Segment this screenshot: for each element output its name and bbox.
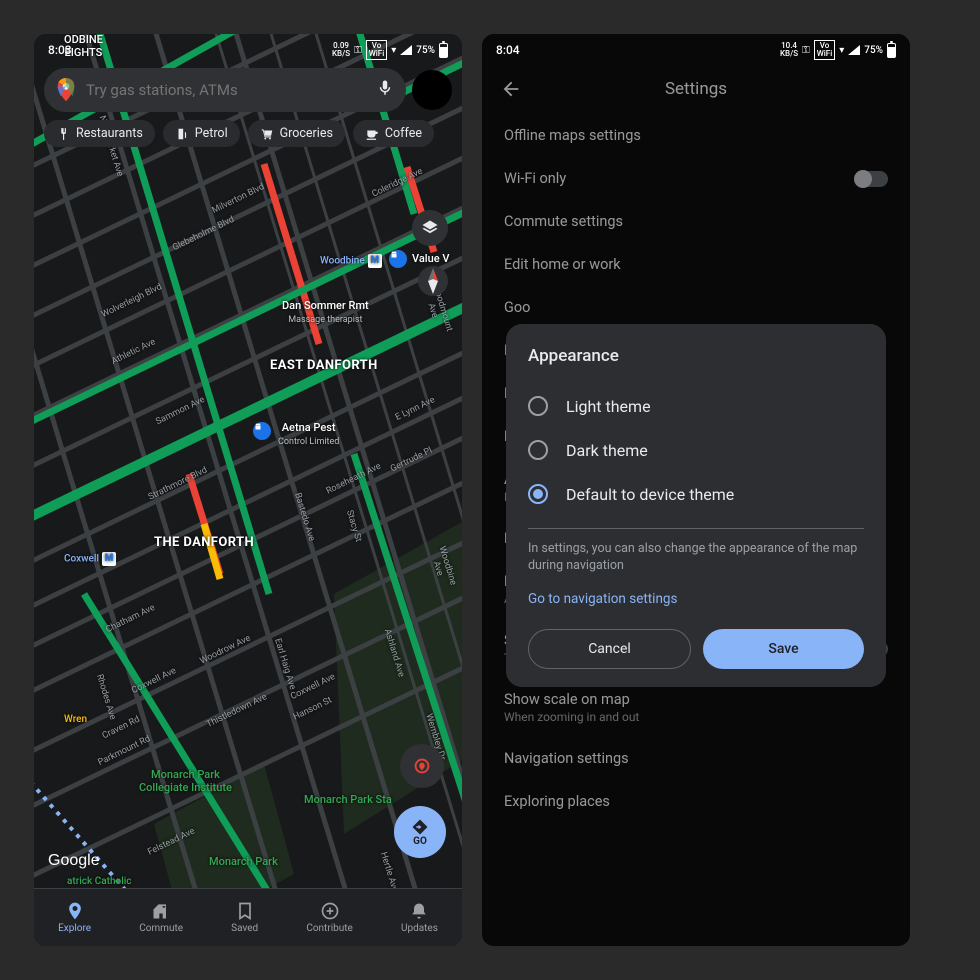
appearance-dialog: Appearance Light theme Dark theme Defaul… [506,324,886,687]
status-bar: 8:04 10.4KB/S ⚿ VoWiFi ▾ 75% [482,34,910,64]
option-device-theme[interactable]: Default to device theme [528,472,864,516]
nav-commute[interactable]: Commute [139,901,183,934]
search-bar[interactable] [44,68,406,112]
battery-icon [887,43,896,58]
poi-park[interactable]: atrick Catholic [67,876,132,888]
vpn-icon: ⚿ [802,45,810,56]
search-input[interactable] [86,81,366,99]
poi-park[interactable]: Monarch Park Sta [304,794,392,807]
divider [528,528,864,529]
go-button[interactable]: GO [394,806,446,858]
nav-contribute[interactable]: Contribute [306,901,353,934]
chip-groceries[interactable]: Groceries [248,120,345,147]
vpn-icon: ⚿ [354,45,362,56]
google-logo: Google [48,852,100,870]
battery-text: 75% [864,45,883,56]
wifi-icon: ▾ [839,45,844,56]
nav-updates[interactable]: Updates [401,901,438,934]
dialog-title: Appearance [528,346,864,366]
chip-petrol[interactable]: Petrol [163,120,240,147]
status-bar: 8:03 0.09KB/S ⚿ VoWiFi ▾ 75% [34,34,462,64]
metro-label[interactable]: CoxwellM [64,552,116,566]
save-button[interactable]: Save [703,629,864,669]
signal-icon [400,45,412,55]
poi-label[interactable]: Dan Sommer RmtMassage therapist [282,300,369,325]
radio-icon [528,440,548,460]
vowifi-icon: VoWiFi [814,40,836,60]
locate-button[interactable]: ? [400,744,444,788]
option-light-theme[interactable]: Light theme [528,384,864,428]
store-pin-icon[interactable] [389,250,407,268]
area-label: EAST DANFORTH [270,359,378,374]
status-time: 8:04 [496,43,520,57]
maps-phone: EAST DANFORTH THE DANFORTH Dan Sommer Rm… [34,34,462,946]
dialog-hint: In settings, you can also change the app… [528,541,864,575]
radio-icon [528,396,548,416]
vowifi-icon: VoWiFi [366,40,388,60]
profile-avatar[interactable] [412,70,452,110]
nav-saved[interactable]: Saved [231,901,258,934]
status-time: 8:03 [48,43,72,57]
metro-label[interactable]: WoodbineM [320,254,382,268]
category-chips: Restaurants Petrol Groceries Coffee [34,120,462,147]
store-pin-icon[interactable] [253,422,271,440]
maps-logo-icon [56,78,76,102]
bottom-nav: Explore Commute Saved Contribute Updates [34,888,462,946]
nav-settings-link[interactable]: Go to navigation settings [528,591,864,607]
battery-text: 75% [416,45,435,56]
compass-icon[interactable] [416,264,450,298]
map-canvas[interactable]: EAST DANFORTH THE DANFORTH Dan Sommer Rm… [34,34,462,946]
poi-park[interactable]: Monarch Park [209,856,278,869]
wifi-icon: ▾ [391,45,396,56]
layers-button[interactable] [412,210,448,246]
nav-explore[interactable]: Explore [58,901,91,934]
chip-restaurants[interactable]: Restaurants [44,120,155,147]
chip-coffee[interactable]: Coffee [353,120,434,147]
svg-text:?: ? [420,762,424,771]
poi-park[interactable]: Monarch Park Collegiate Institute [139,769,232,794]
poi-label[interactable]: Aetna PestControl Limited [278,422,339,447]
radio-icon [528,484,548,504]
settings-phone: 8:04 10.4KB/S ⚿ VoWiFi ▾ 75% Settings Of… [482,34,910,946]
battery-icon [439,43,448,58]
mic-icon[interactable] [376,79,394,101]
cancel-button[interactable]: Cancel [528,629,691,669]
poi-label[interactable]: Wren [64,714,87,726]
signal-icon [848,45,860,55]
option-dark-theme[interactable]: Dark theme [528,428,864,472]
area-label: THE DANFORTH [154,536,254,551]
